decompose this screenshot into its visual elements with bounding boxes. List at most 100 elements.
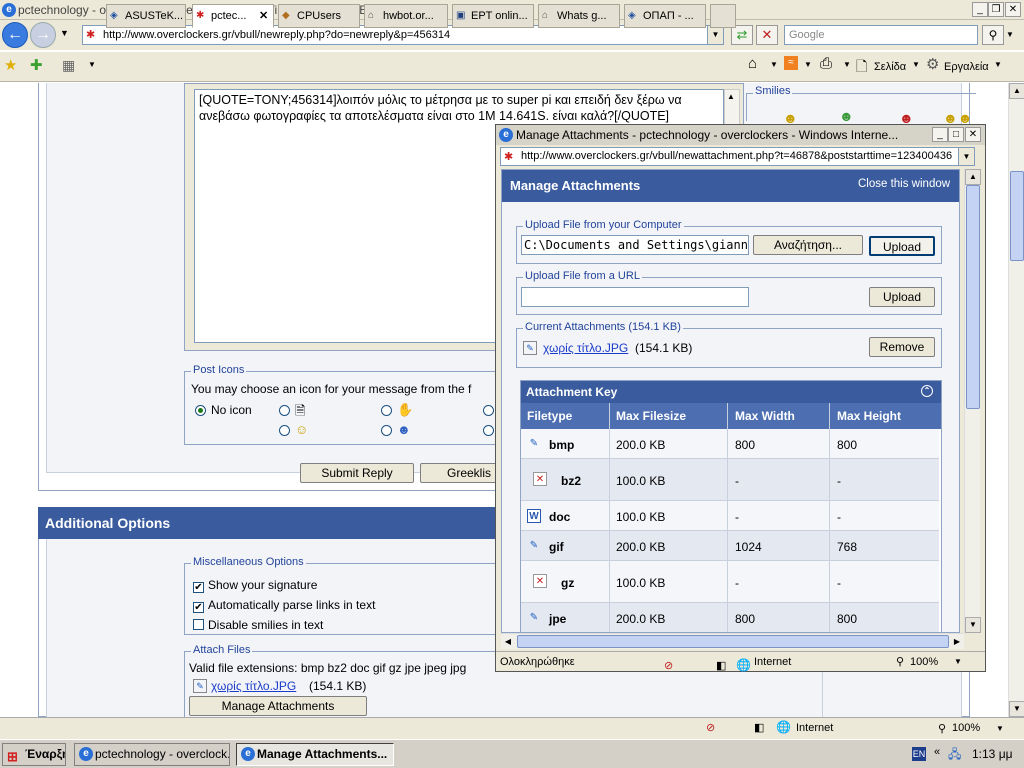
page-icon: 🗋 — [856, 58, 868, 74]
scroll-thumb[interactable] — [966, 185, 980, 409]
zoom-dropdown-icon[interactable]: ▼ — [954, 652, 962, 672]
parse-links-option[interactable]: ✔ Automatically parse links in text — [193, 598, 375, 613]
address-input[interactable]: ✱ http://www.overclockers.gr/vbull/newre… — [82, 25, 724, 45]
no-icon-radio[interactable] — [195, 405, 206, 416]
refresh-icon[interactable]: ⇄ — [731, 25, 753, 45]
popup-hscrollbar[interactable]: ◀ ▶ — [501, 633, 964, 649]
search-input[interactable]: Google — [784, 25, 978, 45]
tab-asus[interactable]: ◈ ASUSTeK... — [106, 4, 186, 28]
popup-blocker-icon: ⊘ — [664, 660, 674, 672]
icon-radio[interactable] — [483, 425, 494, 436]
address-dropdown-icon[interactable]: ▼ — [707, 26, 723, 44]
show-hidden-icons-icon[interactable]: « — [934, 746, 940, 758]
scroll-down-icon[interactable]: ▼ — [965, 617, 981, 633]
popup-zoom-level[interactable]: 100% — [910, 652, 938, 672]
scroll-down-icon[interactable]: ▼ — [1009, 701, 1024, 717]
tab-list-dropdown-icon[interactable]: ▼ — [88, 60, 96, 69]
zoom-level[interactable]: 100% — [952, 722, 980, 734]
col-max-filesize: Max Filesize — [616, 409, 687, 423]
popup-address-input[interactable]: ✱ http://www.overclockers.gr/vbull/newat… — [500, 147, 975, 166]
back-button[interactable]: ← — [2, 22, 28, 48]
icon-radio[interactable] — [381, 425, 392, 436]
popup-zone-label: Internet — [754, 656, 792, 668]
collapse-icon[interactable]: ⌃ — [921, 385, 933, 397]
close-window-link[interactable]: Close this window — [858, 178, 950, 190]
popup-address-dropdown-icon[interactable]: ▼ — [958, 148, 974, 165]
cool-icon: ☻ — [397, 422, 411, 437]
ie-icon: e — [499, 128, 513, 142]
add-favorite-icon[interactable]: ✚ — [30, 56, 43, 74]
close-window-button[interactable]: ✕ — [1005, 2, 1021, 17]
search-options-icon[interactable]: ▼ — [1006, 30, 1014, 39]
popup-minimize-button[interactable]: _ — [932, 127, 948, 142]
parse-links-checkbox[interactable]: ✔ — [193, 602, 204, 613]
favorites-star-icon[interactable]: ★ — [4, 56, 17, 74]
popup-scrollbar[interactable]: ▲ ▼ — [964, 169, 981, 633]
feeds-icon[interactable]: ≈ — [784, 56, 798, 70]
close-tab-icon[interactable]: ✕ — [259, 5, 268, 27]
restore-button[interactable]: ❐ — [988, 2, 1004, 17]
forward-button[interactable]: → — [30, 22, 56, 48]
icon-radio[interactable] — [381, 405, 392, 416]
page-scrollbar[interactable]: ▲ ▼ — [1008, 83, 1024, 717]
attachment-link[interactable]: χωρίς τίτλο.JPG — [211, 679, 296, 693]
page-dropdown-icon[interactable]: ▼ — [912, 60, 920, 69]
scroll-up-icon[interactable]: ▲ — [727, 92, 735, 101]
icon-radio[interactable] — [279, 425, 290, 436]
current-attachment-link[interactable]: χωρίς τίτλο.JPG — [543, 341, 628, 355]
start-button[interactable]: ⊞ Έναρξη — [2, 743, 66, 766]
scroll-right-icon[interactable]: ▶ — [950, 634, 964, 649]
search-icon[interactable]: ⚲ — [982, 25, 1004, 45]
tab-ert[interactable]: ▣ EPT onlin... — [452, 4, 534, 28]
disable-smilies-option[interactable]: Disable smilies in text — [193, 618, 323, 632]
scroll-left-icon[interactable]: ◀ — [501, 634, 515, 649]
home-dropdown-icon[interactable]: ▼ — [770, 60, 778, 69]
feeds-dropdown-icon[interactable]: ▼ — [804, 60, 812, 69]
language-indicator[interactable]: EN — [912, 747, 926, 761]
scroll-up-icon[interactable]: ▲ — [1009, 83, 1024, 99]
file-path-input[interactable]: C:\Documents and Settings\giann — [521, 235, 749, 255]
taskbar-ie-main[interactable]: e pctechnology - overclock... — [74, 743, 230, 766]
tab-cpusers[interactable]: ◆ CPUsers — [278, 4, 360, 28]
attach-files-fieldset: Attach Files Valid file extensions: bmp … — [184, 644, 504, 717]
tools-menu[interactable]: Εργαλεία — [944, 56, 989, 78]
url-input[interactable] — [521, 287, 749, 307]
show-signature-checkbox[interactable]: ✔ — [193, 582, 204, 593]
show-signature-option[interactable]: ✔ Show your signature — [193, 578, 317, 593]
stop-icon[interactable]: ✕ — [756, 25, 778, 45]
history-dropdown-icon[interactable]: ▼ — [60, 28, 69, 38]
page-menu[interactable]: Σελίδα — [874, 56, 906, 78]
new-tab-button[interactable] — [710, 4, 736, 28]
scroll-thumb[interactable] — [1010, 171, 1024, 261]
tab-hwbot[interactable]: ⌂ hwbot.or... — [364, 4, 448, 28]
upload-url-button[interactable]: Upload — [869, 287, 935, 307]
icon-radio[interactable] — [279, 405, 290, 416]
network-icon[interactable]: 🖧 — [948, 745, 961, 766]
greeklish-button[interactable]: Greeklis — [420, 463, 500, 483]
print-dropdown-icon[interactable]: ▼ — [843, 60, 851, 69]
disable-smilies-checkbox[interactable] — [193, 619, 204, 630]
tools-dropdown-icon[interactable]: ▼ — [994, 60, 1002, 69]
manage-attachments-button[interactable]: Manage Attachments — [189, 696, 367, 716]
tab-opap[interactable]: ◈ ΟΠΑΠ - ... — [624, 4, 706, 28]
tab-whats[interactable]: ⌂ Whats g... — [538, 4, 620, 28]
submit-reply-button[interactable]: Submit Reply — [300, 463, 414, 483]
remove-button[interactable]: Remove — [869, 337, 935, 357]
tab-pctechnology[interactable]: ✱ pctec... ✕ — [192, 4, 274, 28]
icon-radio[interactable] — [483, 405, 494, 416]
document-icon: 🗎 — [295, 403, 306, 418]
popup-close-button[interactable]: ✕ — [965, 127, 981, 142]
hscroll-thumb[interactable] — [517, 635, 949, 648]
upload-computer-button[interactable]: Upload — [869, 236, 935, 256]
zoom-dropdown-icon[interactable]: ▼ — [996, 724, 1004, 733]
browse-button[interactable]: Αναζήτηση... — [753, 235, 863, 255]
popup-maximize-button[interactable]: □ — [948, 127, 964, 142]
print-icon[interactable]: ⎙ — [820, 55, 832, 72]
quick-tabs-icon[interactable]: ▦ — [62, 57, 75, 74]
home-icon[interactable]: ⌂ — [748, 55, 757, 72]
scroll-up-icon[interactable]: ▲ — [965, 169, 981, 185]
minimize-button[interactable]: _ — [972, 2, 988, 17]
taskbar-manage-attachments[interactable]: e Manage Attachments... — [236, 743, 394, 766]
clock[interactable]: 1:13 μμ — [972, 747, 1013, 761]
smiley-icon[interactable]: ☻ — [839, 108, 854, 124]
